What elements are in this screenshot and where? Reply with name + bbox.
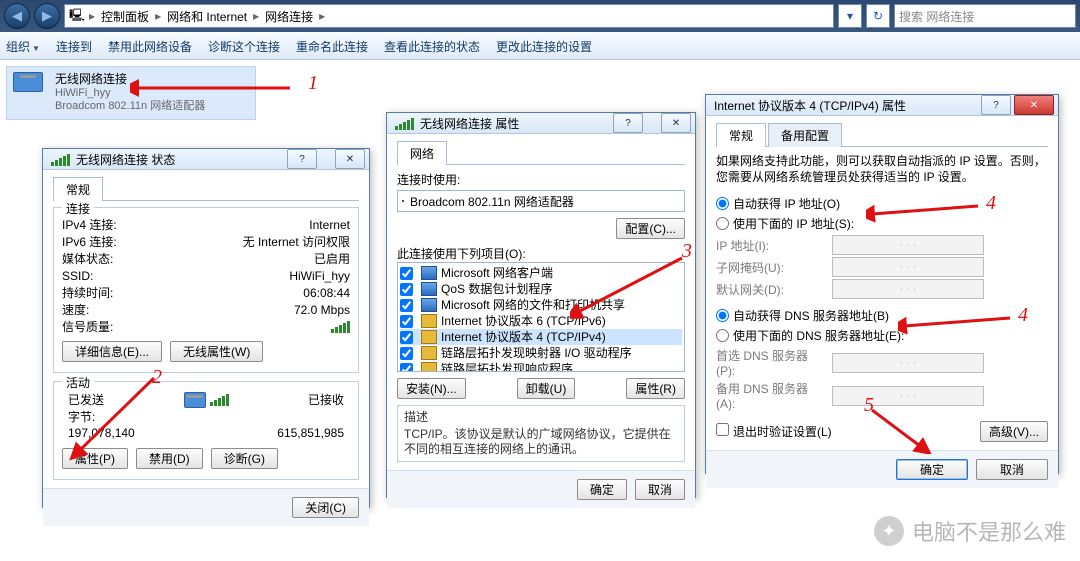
wechat-icon: ✦ [874,516,904,546]
ipv4-properties-window: Internet 协议版本 4 (TCP/IPv4) 属性 ? ✕ 常规 备用配… [705,94,1059,474]
ok-button[interactable]: 确定 [896,459,968,480]
connection-adapter: Broadcom 802.11n 网络适配器 [55,100,205,113]
activity-icon [184,390,229,408]
install-button[interactable]: 安装(N)... [397,378,466,399]
folder-icon: 🖳 [69,6,85,27]
breadcrumb[interactable]: 🖳 ▸ 控制面板▸ 网络和 Internet▸ 网络连接▸ [64,4,834,28]
component-list[interactable]: Microsoft 网络客户端 QoS 数据包计划程序 Microsoft 网络… [397,262,685,372]
cancel-button[interactable]: 取消 [976,459,1048,480]
diagnose-button[interactable]: 诊断(G) [211,448,278,469]
tcpipv4-item: Internet 协议版本 4 (TCP/IPv4) [400,329,682,345]
properties-button[interactable]: 属性(P) [62,448,128,469]
annot-4b: 4 [1018,304,1028,327]
cmd-diagnose[interactable]: 诊断这个连接 [208,38,280,55]
annot-2: 2 [152,366,162,389]
dns1-input: · · · [832,353,984,373]
validate-checkbox[interactable]: 退出时验证设置(L) [716,423,832,440]
close-button[interactable]: ✕ [661,113,691,133]
connection-icon [13,70,49,116]
search-input[interactable]: 搜索 网络连接 [894,4,1076,28]
cmd-rename[interactable]: 重命名此连接 [296,38,368,55]
description-text: TCP/IP。该协议是默认的广域网络协议，它提供在不同的相互连接的网络上的通讯。 [404,427,678,457]
explorer-window: ◀ ▶ 🖳 ▸ 控制面板▸ 网络和 Internet▸ 网络连接▸ ▾ ↻ 搜索… [0,0,1080,60]
cmd-disable[interactable]: 禁用此网络设备 [108,38,192,55]
annot-1: 1 [308,72,318,95]
group-connection: 连接 [62,200,94,217]
connection-name: 无线网络连接 [55,70,205,87]
uses-label: 此连接使用下列项目(O): [397,245,685,262]
group-activity: 活动 [62,374,94,391]
close-button[interactable]: 关闭(C) [292,497,359,518]
ip-input: · · · [832,235,984,255]
recv-bytes: 615,851,985 [277,426,344,440]
help-button[interactable]: ? [613,113,643,133]
radio-auto-dns[interactable] [716,309,729,322]
tab-general[interactable]: 常规 [716,123,766,147]
advanced-button[interactable]: 高级(V)... [980,421,1048,442]
signal-icon [395,116,414,130]
ok-button[interactable]: 确定 [577,479,627,500]
dropdown-button[interactable]: ▾ [838,4,862,28]
command-bar: 组织▼ 连接到 禁用此网络设备 诊断这个连接 重命名此连接 查看此连接的状态 更… [0,32,1080,60]
connect-using-label: 连接时使用: [397,171,685,188]
annot-3: 3 [682,240,692,263]
gateway-input: · · · [832,279,984,299]
annot-4a: 4 [986,192,996,215]
cmd-status[interactable]: 查看此连接的状态 [384,38,480,55]
disable-button[interactable]: 禁用(D) [136,448,203,469]
window-title: Internet 协议版本 4 (TCP/IPv4) 属性 [714,97,978,114]
close-button[interactable]: ✕ [1014,95,1054,115]
radio-auto-ip[interactable] [716,197,729,210]
description-label: 描述 [404,410,678,425]
connection-ssid: HiWiFi_hyy [55,87,205,100]
adapter-icon [402,200,404,202]
wlan-props-button[interactable]: 无线属性(W) [170,341,263,362]
cmd-organize[interactable]: 组织▼ [6,38,40,55]
status-window: 无线网络连接 状态 ? ✕ 常规 连接 IPv4 连接:Internet IPv… [42,148,370,508]
intro-text: 如果网络支持此功能，则可以获取自动指派的 IP 设置。否则，您需要从网络系统管理… [716,153,1048,185]
nav-forward-button[interactable]: ▶ [34,3,60,29]
connection-item[interactable]: 无线网络连接 HiWiFi_hyy Broadcom 802.11n 网络适配器 [6,66,256,120]
watermark: ✦ 电脑不是那么难 [874,515,1066,547]
radio-manual-dns[interactable] [716,329,729,342]
window-title: 无线网络连接 状态 [76,151,284,168]
connection-properties-window: 无线网络连接 属性 ? ✕ 网络 连接时使用: Broadcom 802.11n… [386,112,696,498]
help-button[interactable]: ? [981,95,1011,115]
cmd-connect[interactable]: 连接到 [56,38,92,55]
annot-5: 5 [864,394,874,417]
radio-manual-ip[interactable] [716,217,729,230]
tab-network[interactable]: 网络 [397,141,447,165]
dns2-input: · · · [832,386,984,406]
signal-icon [51,152,70,166]
address-bar: ◀ ▶ 🖳 ▸ 控制面板▸ 网络和 Internet▸ 网络连接▸ ▾ ↻ 搜索… [0,0,1080,32]
help-button[interactable]: ? [287,149,317,169]
window-title: 无线网络连接 属性 [420,115,610,132]
configure-button[interactable]: 配置(C)... [616,218,685,239]
signal-icon [331,319,350,333]
sent-bytes: 197,078,140 [68,426,135,440]
details-button[interactable]: 详细信息(E)... [62,341,162,362]
adapter-combo[interactable]: Broadcom 802.11n 网络适配器 [397,190,685,212]
nav-back-button[interactable]: ◀ [4,3,30,29]
cancel-button[interactable]: 取消 [635,479,685,500]
mask-input: · · · [832,257,984,277]
crumb[interactable]: 网络连接 [263,7,315,26]
refresh-button[interactable]: ↻ [866,4,890,28]
item-properties-button[interactable]: 属性(R) [626,378,685,399]
cmd-change[interactable]: 更改此连接的设置 [496,38,592,55]
close-button[interactable]: ✕ [335,149,365,169]
tab-alternate[interactable]: 备用配置 [768,123,842,147]
search-placeholder: 搜索 网络连接 [899,8,974,25]
uninstall-button[interactable]: 卸载(U) [517,378,576,399]
tab-general[interactable]: 常规 [53,177,103,201]
crumb[interactable]: 网络和 Internet [165,7,249,26]
crumb[interactable]: 控制面板 [99,7,151,26]
